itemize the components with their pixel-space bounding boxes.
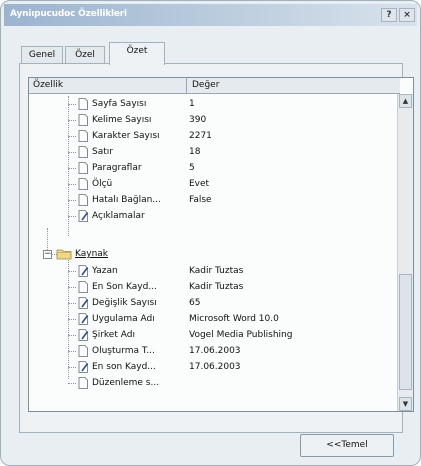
help-button[interactable]: ? — [381, 8, 397, 22]
property-value: 390 — [189, 115, 207, 125]
scroll-up-arrow-icon[interactable]: ▲ — [399, 94, 412, 108]
window-title: Ayniıpucudoc Özellikleri — [10, 9, 127, 19]
doc-icon — [78, 130, 88, 142]
tree-line — [68, 271, 76, 272]
property-name: Oluşturma T... — [92, 346, 155, 356]
scroll-down-arrow-icon[interactable]: ▼ — [399, 397, 412, 411]
property-value: 65 — [189, 298, 201, 308]
property-name: Satır — [92, 147, 113, 157]
scroll-thumb[interactable] — [399, 274, 412, 390]
property-row[interactable]: Sayfa Sayısı 1 — [29, 96, 401, 112]
column-header-property[interactable]: Özellik — [29, 78, 187, 94]
doc-icon — [78, 345, 88, 357]
doc-icon — [78, 146, 88, 158]
edit-icon — [78, 313, 89, 325]
tree-line — [68, 351, 76, 352]
back-to-simple-button[interactable]: <<Temel — [300, 434, 394, 457]
property-name: Kelime Sayısı — [92, 115, 152, 125]
property-row[interactable]: Uygulama Adı Microsoft Word 10.0 — [29, 311, 401, 327]
close-button[interactable]: × — [399, 8, 415, 22]
edit-icon — [78, 329, 89, 341]
column-header-value[interactable]: Değer — [187, 78, 400, 94]
tree-line — [68, 168, 76, 169]
edit-icon — [78, 210, 89, 222]
tree-line — [68, 136, 76, 137]
tab-ozel[interactable]: Özel — [65, 46, 105, 64]
property-value: 1 — [189, 99, 195, 109]
folder-icon — [56, 249, 72, 260]
tree-line — [68, 383, 76, 384]
property-row[interactable]: Ölçü Evet — [29, 176, 401, 192]
property-value: 2271 — [189, 131, 212, 141]
property-row[interactable]: Değişlik Sayısı 65 — [29, 295, 401, 311]
property-list[interactable]: Özellik Değer Sayfa Sayısı 1 Kelime Sayısı… — [28, 77, 414, 412]
property-name: Şirket Adı — [92, 330, 135, 340]
tree-line — [68, 184, 76, 185]
property-row[interactable]: Şirket Adı Vogel Media Publishing — [29, 327, 401, 343]
tree-line — [68, 216, 76, 217]
edit-icon — [78, 297, 89, 309]
edit-icon — [78, 361, 89, 373]
property-value: 17.06.2003 — [189, 346, 241, 356]
property-value: False — [189, 195, 212, 205]
property-row[interactable]: Düzenleme s... — [29, 375, 401, 391]
title-bar[interactable]: Ayniıpucudoc Özellikleri ? × — [4, 4, 417, 26]
doc-icon — [78, 377, 88, 389]
property-row[interactable]: Karakter Sayısı 2271 — [29, 128, 401, 144]
properties-window: Ayniıpucudoc Özellikleri ? × Genel Özel … — [0, 0, 421, 466]
doc-icon — [78, 114, 88, 126]
property-name: Düzenleme s... — [92, 378, 160, 388]
property-row[interactable]: Yazan Kadir Tuztas — [29, 263, 401, 279]
property-value: 17.06.2003 — [189, 362, 241, 372]
collapse-toggle[interactable]: − — [43, 250, 52, 259]
doc-icon — [78, 281, 88, 293]
property-row[interactable]: Oluşturma T... 17.06.2003 — [29, 343, 401, 359]
property-name: Hatalı Bağlan... — [92, 195, 161, 205]
property-value: 18 — [189, 147, 201, 157]
group-label: Kaynak — [75, 249, 109, 259]
property-name: Sayfa Sayısı — [92, 99, 147, 109]
property-name: En son Kayd... — [92, 362, 156, 372]
property-row[interactable]: En Son Kayd... Kadir Tuztas — [29, 279, 401, 295]
edit-icon — [78, 265, 89, 277]
property-value: Evet — [189, 179, 210, 189]
property-row[interactable]: Açıklamalar — [29, 208, 401, 224]
doc-icon — [78, 162, 88, 174]
tree-line — [68, 104, 76, 105]
tree-line — [68, 367, 76, 368]
tree-line — [68, 287, 76, 288]
tree-line — [68, 120, 76, 121]
tab-ozet[interactable]: Özet — [109, 42, 165, 65]
property-value: Vogel Media Publishing — [189, 330, 293, 340]
property-name: Paragraflar — [92, 163, 142, 173]
property-name: En Son Kayd... — [92, 282, 157, 292]
property-name: Yazan — [92, 266, 118, 276]
property-name: Ölçü — [92, 179, 113, 189]
property-row[interactable]: En son Kayd... 17.06.2003 — [29, 359, 401, 375]
doc-icon — [78, 194, 88, 206]
tree-line — [68, 319, 76, 320]
property-row[interactable]: Kelime Sayısı 390 — [29, 112, 401, 128]
tree-line — [68, 200, 76, 201]
property-name: Uygulama Adı — [92, 314, 155, 324]
property-name: Değişlik Sayısı — [92, 298, 157, 308]
doc-icon — [78, 178, 88, 190]
tab-genel[interactable]: Genel — [21, 46, 63, 64]
property-row[interactable]: Paragraflar 5 — [29, 160, 401, 176]
group-row-kaynak[interactable]: − Kaynak — [29, 246, 401, 262]
tree-line — [68, 335, 76, 336]
property-value: Kadir Tuztas — [189, 266, 244, 276]
property-name: Açıklamalar — [92, 211, 145, 221]
tree-line — [68, 303, 76, 304]
property-value: 5 — [189, 163, 195, 173]
tree-line — [68, 152, 76, 153]
property-row[interactable]: Satır 18 — [29, 144, 401, 160]
doc-icon — [78, 98, 88, 110]
property-row[interactable]: Hatalı Bağlan... False — [29, 192, 401, 208]
property-value: Microsoft Word 10.0 — [189, 314, 279, 324]
property-value: Kadir Tuztas — [189, 282, 244, 292]
vertical-scrollbar[interactable]: ▲ ▼ — [397, 94, 413, 411]
property-name: Karakter Sayısı — [92, 131, 160, 141]
